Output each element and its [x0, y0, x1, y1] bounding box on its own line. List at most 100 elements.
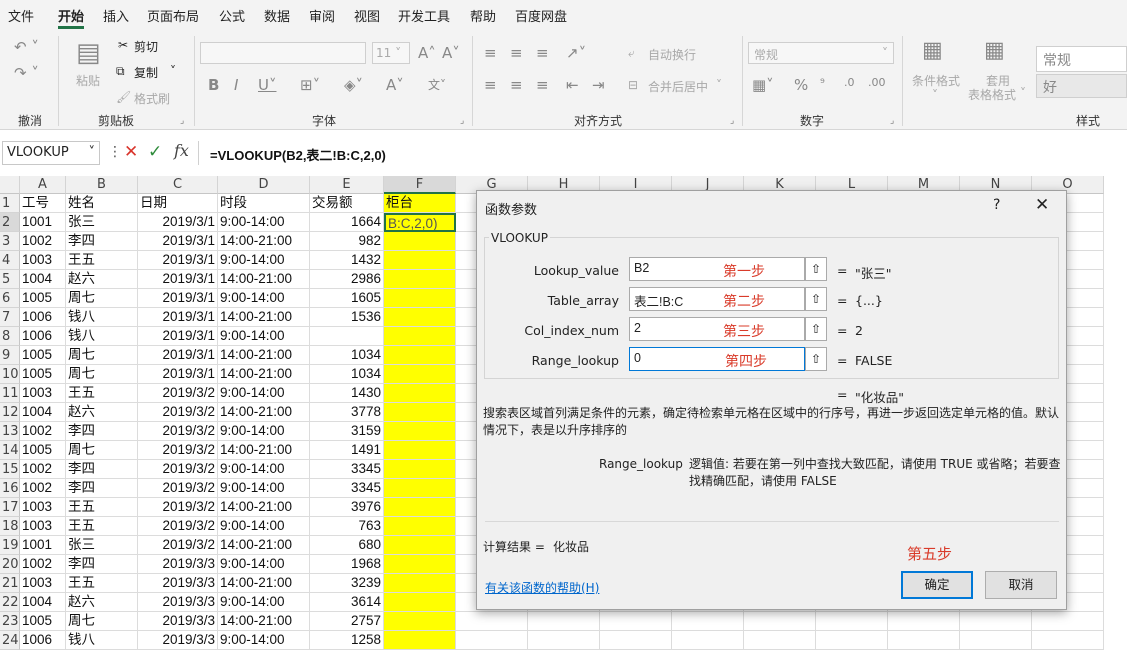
underline-icon[interactable]: U˅	[258, 76, 276, 94]
table-cell[interactable]: 14:00-21:00	[218, 232, 310, 251]
collapse-dialog-icon[interactable]: ⇧	[805, 317, 827, 341]
collapse-dialog-icon[interactable]: ⇧	[805, 347, 827, 371]
tab-help[interactable]: 帮助	[470, 6, 496, 25]
dialog-launcher-icon[interactable]: ⌟	[180, 116, 184, 126]
column-header-e[interactable]: E	[310, 176, 384, 194]
table-cell[interactable]	[816, 612, 888, 631]
table-cell[interactable]: 1005	[20, 612, 66, 631]
table-cell[interactable]: 钱八	[66, 308, 138, 327]
collapse-dialog-icon[interactable]: ⇧	[805, 287, 827, 311]
row-header[interactable]: 6	[0, 289, 20, 308]
table-cell[interactable]	[384, 308, 456, 327]
row-header[interactable]: 17	[0, 498, 20, 517]
table-cell[interactable]: 2019/3/1	[138, 365, 218, 384]
table-cell[interactable]: 1005	[20, 346, 66, 365]
table-cell[interactable]: 1432	[310, 251, 384, 270]
table-cell[interactable]: 9:00-14:00	[218, 631, 310, 650]
orientation-icon[interactable]: ↗˅	[566, 44, 586, 62]
tab-file[interactable]: 文件	[8, 6, 34, 25]
table-cell[interactable]: 1001	[20, 536, 66, 555]
table-cell[interactable]	[384, 346, 456, 365]
table-cell[interactable]: 1968	[310, 555, 384, 574]
table-cell[interactable]: 3345	[310, 460, 384, 479]
insert-function-icon[interactable]: fx	[174, 141, 189, 160]
ok-button[interactable]: 确定	[901, 571, 973, 599]
table-format-dropdown-icon[interactable]: ˅	[1020, 86, 1026, 100]
table-cell[interactable]: 周七	[66, 346, 138, 365]
table-cell[interactable]: 赵六	[66, 593, 138, 612]
increase-decimal-icon[interactable]: .0	[844, 76, 855, 89]
table-cell[interactable]: 2019/3/2	[138, 498, 218, 517]
table-cell[interactable]: 李四	[66, 422, 138, 441]
table-cell[interactable]: 2019/3/2	[138, 403, 218, 422]
copy-button[interactable]: 复制	[134, 64, 158, 81]
align-top-icon[interactable]: ≡	[484, 44, 497, 62]
table-cell[interactable]: 1004	[20, 270, 66, 289]
table-cell[interactable]: 1002	[20, 479, 66, 498]
table-cell[interactable]	[384, 270, 456, 289]
header-cell[interactable]: 工号	[20, 194, 66, 213]
table-cell[interactable]	[1032, 631, 1104, 650]
table-cell[interactable]: 1002	[20, 555, 66, 574]
lookup-value-input[interactable]: B2	[629, 257, 805, 281]
table-cell[interactable]: 王五	[66, 384, 138, 403]
table-cell[interactable]: 3614	[310, 593, 384, 612]
table-cell[interactable]	[384, 574, 456, 593]
table-cell[interactable]: 2019/3/1	[138, 308, 218, 327]
decrease-font-icon[interactable]: A˅	[442, 44, 460, 62]
table-cell[interactable]: 2019/3/1	[138, 270, 218, 289]
table-cell[interactable]: 周七	[66, 289, 138, 308]
row-header[interactable]: 4	[0, 251, 20, 270]
table-cell[interactable]: 982	[310, 232, 384, 251]
table-array-input[interactable]: 表二!B:C	[629, 287, 805, 311]
collapse-dialog-icon[interactable]: ⇧	[805, 257, 827, 281]
font-color-icon[interactable]: A˅	[386, 76, 404, 94]
undo-icon[interactable]: ↶ ˅	[14, 38, 39, 56]
table-cell[interactable]: B:C,2,0)	[384, 213, 456, 232]
header-cell[interactable]: 柜台	[384, 194, 456, 213]
table-cell[interactable]: 1430	[310, 384, 384, 403]
table-cell[interactable]: 李四	[66, 555, 138, 574]
table-cell[interactable]: 9:00-14:00	[218, 251, 310, 270]
table-cell[interactable]: 14:00-21:00	[218, 574, 310, 593]
table-cell[interactable]: 3345	[310, 479, 384, 498]
tab-review[interactable]: 审阅	[309, 6, 335, 25]
row-header[interactable]: 19	[0, 536, 20, 555]
table-cell[interactable]: 3159	[310, 422, 384, 441]
format-painter-icon[interactable]: 🖌	[116, 90, 131, 104]
table-cell[interactable]	[456, 612, 528, 631]
column-header-d[interactable]: D	[218, 176, 310, 194]
dialog-launcher-icon[interactable]: ⌟	[460, 116, 464, 126]
table-cell[interactable]	[384, 289, 456, 308]
increase-indent-icon[interactable]: ⇥	[592, 76, 605, 94]
table-cell[interactable]: 1605	[310, 289, 384, 308]
conditional-format-icon[interactable]: ▦	[922, 38, 943, 63]
conditional-format-dropdown-icon[interactable]: ˅	[932, 88, 938, 102]
table-cell[interactable]: 2019/3/2	[138, 384, 218, 403]
paste-icon[interactable]: ▤	[76, 38, 101, 68]
table-cell[interactable]: 1004	[20, 403, 66, 422]
table-cell[interactable]: 2019/3/2	[138, 517, 218, 536]
table-cell[interactable]: 9:00-14:00	[218, 479, 310, 498]
table-cell[interactable]: 1003	[20, 251, 66, 270]
table-cell[interactable]: 周七	[66, 441, 138, 460]
font-size-select[interactable]: 11 ˅	[372, 42, 410, 64]
tab-baidu-netdisk[interactable]: 百度网盘	[515, 6, 567, 25]
table-cell[interactable]: 9:00-14:00	[218, 517, 310, 536]
close-icon[interactable]: ✕	[1035, 195, 1049, 215]
table-cell[interactable]: 赵六	[66, 270, 138, 289]
select-all-corner[interactable]	[0, 176, 20, 194]
phonetic-icon[interactable]: 文˅	[428, 76, 446, 93]
table-format-line2[interactable]: 表格格式	[968, 86, 1016, 103]
table-cell[interactable]: 3778	[310, 403, 384, 422]
table-cell[interactable]: 14:00-21:00	[218, 612, 310, 631]
row-header[interactable]: 5	[0, 270, 20, 289]
row-header[interactable]: 13	[0, 422, 20, 441]
table-cell[interactable]: 李四	[66, 460, 138, 479]
table-cell[interactable]: 14:00-21:00	[218, 308, 310, 327]
tab-home[interactable]: 开始	[58, 6, 84, 25]
table-cell[interactable]: 2019/3/2	[138, 422, 218, 441]
wrap-text-button[interactable]: 自动换行	[648, 46, 696, 63]
row-header[interactable]: 24	[0, 631, 20, 650]
table-cell[interactable]	[384, 536, 456, 555]
